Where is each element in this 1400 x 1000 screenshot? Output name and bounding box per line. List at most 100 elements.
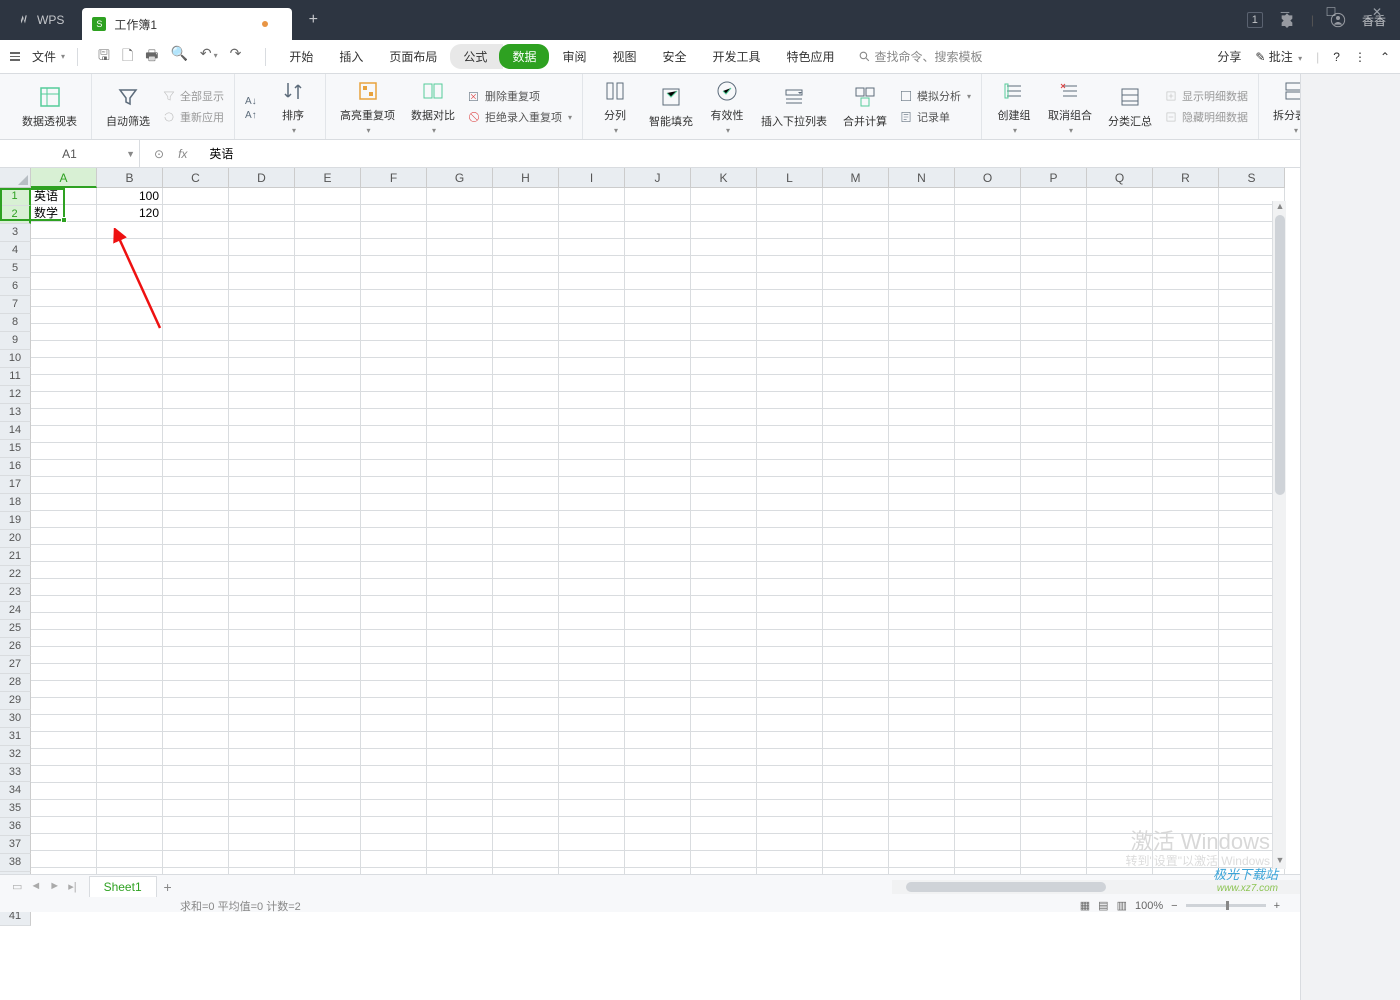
cell[interactable] xyxy=(493,205,559,222)
cell[interactable] xyxy=(559,460,625,477)
cell[interactable] xyxy=(691,273,757,290)
cell[interactable] xyxy=(559,188,625,205)
cell[interactable] xyxy=(757,851,823,868)
cell[interactable] xyxy=(823,443,889,460)
cell[interactable] xyxy=(757,256,823,273)
cell[interactable] xyxy=(229,239,295,256)
what-if-analysis-button[interactable]: 模拟分析▾ xyxy=(899,88,971,105)
row-header[interactable]: 5 xyxy=(0,260,31,278)
cell[interactable] xyxy=(757,290,823,307)
cell[interactable] xyxy=(295,749,361,766)
cell[interactable] xyxy=(823,477,889,494)
cell[interactable] xyxy=(229,596,295,613)
cell[interactable] xyxy=(823,749,889,766)
cell[interactable] xyxy=(427,358,493,375)
cell[interactable] xyxy=(1153,783,1219,800)
cell[interactable] xyxy=(493,341,559,358)
cell[interactable] xyxy=(1153,528,1219,545)
ungroup-button[interactable]: 取消组合▾ xyxy=(1044,74,1096,139)
cell[interactable] xyxy=(229,800,295,817)
cell[interactable] xyxy=(163,460,229,477)
cell[interactable] xyxy=(1153,613,1219,630)
cell[interactable] xyxy=(757,477,823,494)
cell[interactable] xyxy=(361,290,427,307)
cell[interactable] xyxy=(823,664,889,681)
cell[interactable] xyxy=(823,290,889,307)
cell[interactable] xyxy=(559,749,625,766)
cell[interactable] xyxy=(361,375,427,392)
cell[interactable] xyxy=(691,290,757,307)
cell[interactable] xyxy=(31,545,97,562)
cell[interactable] xyxy=(427,783,493,800)
cell[interactable] xyxy=(757,681,823,698)
scroll-down-button[interactable]: ▼ xyxy=(1273,855,1287,869)
cell[interactable] xyxy=(361,307,427,324)
skin-icon[interactable] xyxy=(1279,12,1295,28)
cell[interactable] xyxy=(493,749,559,766)
cell[interactable] xyxy=(229,698,295,715)
cell[interactable] xyxy=(31,664,97,681)
cell[interactable] xyxy=(1021,562,1087,579)
cell[interactable] xyxy=(1153,800,1219,817)
cell[interactable] xyxy=(889,630,955,647)
cell[interactable] xyxy=(31,783,97,800)
cell[interactable] xyxy=(295,596,361,613)
cell[interactable] xyxy=(493,324,559,341)
cell[interactable] xyxy=(889,375,955,392)
column-header[interactable]: K xyxy=(691,168,757,188)
cell[interactable] xyxy=(361,341,427,358)
cell[interactable] xyxy=(823,460,889,477)
cell[interactable] xyxy=(1087,817,1153,834)
cell[interactable] xyxy=(97,392,163,409)
cell[interactable] xyxy=(427,205,493,222)
cell[interactable] xyxy=(361,596,427,613)
cell[interactable] xyxy=(823,307,889,324)
cell[interactable] xyxy=(229,766,295,783)
cell[interactable] xyxy=(97,375,163,392)
cell[interactable] xyxy=(691,375,757,392)
select-all-corner[interactable] xyxy=(0,168,31,188)
cell[interactable] xyxy=(1087,596,1153,613)
cell[interactable] xyxy=(31,851,97,868)
cell[interactable] xyxy=(31,375,97,392)
preview-button[interactable]: 🔍 xyxy=(170,45,187,69)
cell[interactable] xyxy=(97,732,163,749)
cell[interactable] xyxy=(559,766,625,783)
cell[interactable] xyxy=(757,579,823,596)
column-header[interactable]: H xyxy=(493,168,559,188)
cell[interactable] xyxy=(691,358,757,375)
cell[interactable] xyxy=(97,290,163,307)
row-header[interactable]: 33 xyxy=(0,764,31,782)
cell[interactable] xyxy=(955,817,1021,834)
cell[interactable] xyxy=(31,324,97,341)
cell[interactable] xyxy=(493,562,559,579)
cell[interactable] xyxy=(97,749,163,766)
cell[interactable] xyxy=(97,630,163,647)
cell[interactable] xyxy=(823,613,889,630)
cell[interactable] xyxy=(889,596,955,613)
cell[interactable] xyxy=(1087,579,1153,596)
cell[interactable] xyxy=(1021,443,1087,460)
cell[interactable] xyxy=(757,409,823,426)
cell[interactable] xyxy=(559,528,625,545)
cell[interactable] xyxy=(1153,817,1219,834)
cell[interactable] xyxy=(757,766,823,783)
cell[interactable] xyxy=(955,749,1021,766)
ribbon-tab[interactable]: 开始 xyxy=(276,44,326,69)
cell[interactable] xyxy=(757,749,823,766)
cell[interactable] xyxy=(427,324,493,341)
cell[interactable] xyxy=(229,528,295,545)
row-header[interactable]: 2 xyxy=(0,206,31,224)
cell[interactable] xyxy=(1021,545,1087,562)
cell[interactable] xyxy=(889,426,955,443)
cell[interactable] xyxy=(691,511,757,528)
column-header[interactable]: E xyxy=(295,168,361,188)
print-button[interactable]: 🖶 xyxy=(145,45,158,69)
cell[interactable] xyxy=(163,817,229,834)
cell[interactable] xyxy=(1087,613,1153,630)
cell[interactable] xyxy=(625,596,691,613)
cell[interactable] xyxy=(229,290,295,307)
consolidate-button[interactable]: 合并计算 xyxy=(839,80,891,133)
cell[interactable] xyxy=(163,426,229,443)
cell[interactable] xyxy=(295,307,361,324)
